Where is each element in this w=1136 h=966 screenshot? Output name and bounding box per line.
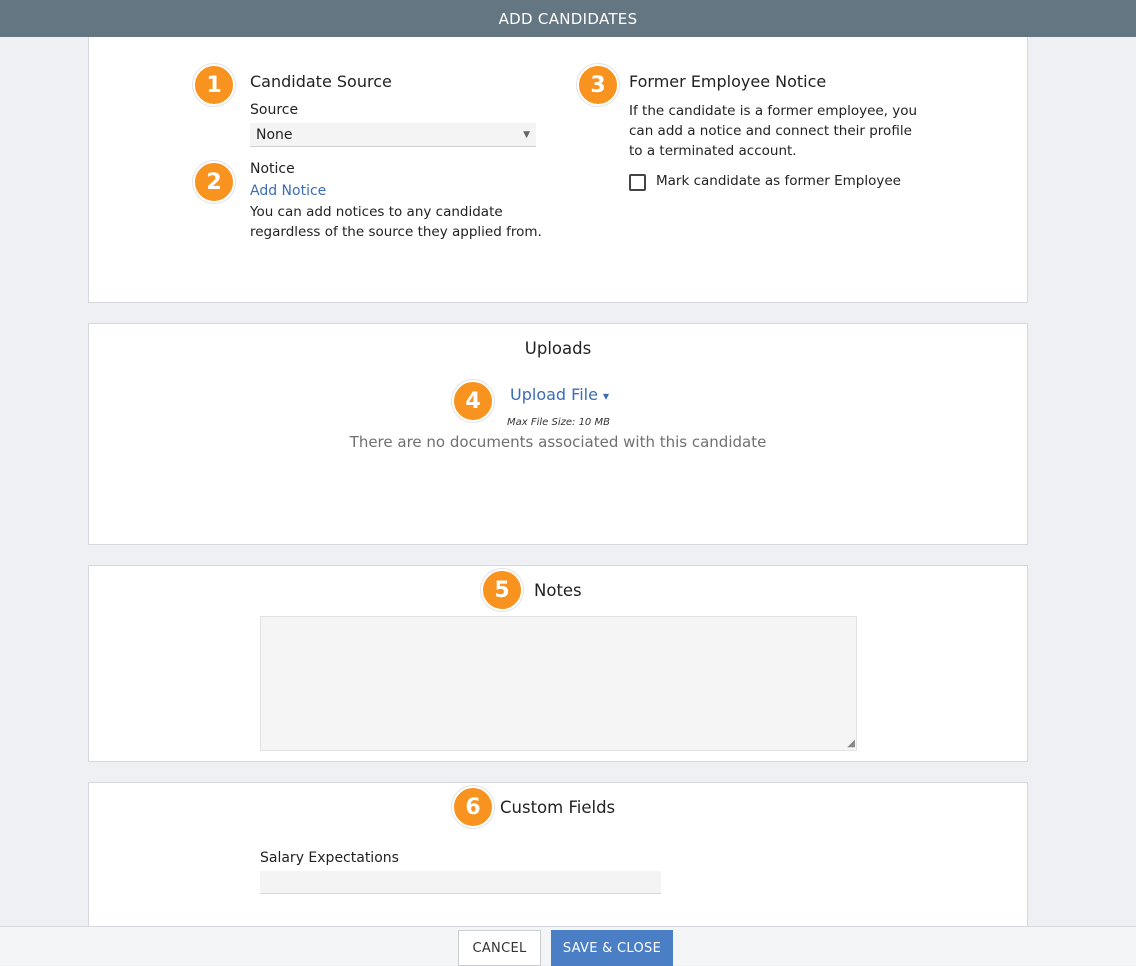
notice-help-line: regardless of the source they applied fr…	[250, 224, 542, 240]
source-select-value: None	[256, 127, 293, 143]
dialog-footer: CANCEL SAVE & CLOSE	[0, 926, 1136, 966]
notice-help-text: You can add notices to any candidate reg…	[250, 202, 542, 242]
former-employee-description: If the candidate is a former employee, y…	[629, 101, 917, 161]
step-badge-1: 1	[193, 64, 235, 106]
max-file-size: Max File Size: 10 MB	[507, 417, 610, 428]
former-employee-desc-line: If the candidate is a former employee, y…	[629, 103, 918, 119]
uploads-title: Uploads	[524, 339, 592, 358]
notes-panel: 5 Notes ◢	[88, 565, 1028, 762]
step-badge-5: 5	[481, 569, 523, 611]
cancel-button[interactable]: CANCEL	[458, 930, 541, 966]
save-and-close-button[interactable]: SAVE & CLOSE	[551, 930, 673, 966]
upload-file-button[interactable]: Upload File ▾	[510, 385, 609, 404]
source-label: Source	[250, 102, 299, 118]
former-employee-title: Former Employee Notice	[629, 72, 827, 91]
chevron-down-icon: ▼	[523, 130, 530, 140]
salary-expectations-label: Salary Expectations	[260, 850, 399, 866]
step-badge-3: 3	[577, 64, 619, 106]
former-employee-desc-line: to a terminated account.	[629, 143, 797, 159]
custom-fields-panel: 6 Custom Fields Salary Expectations	[88, 782, 1028, 932]
custom-fields-title: Custom Fields	[500, 798, 616, 817]
source-select[interactable]: None ▼	[250, 123, 536, 147]
caret-down-icon: ▾	[603, 389, 610, 403]
resize-handle-icon[interactable]: ◢	[847, 738, 855, 749]
no-documents-message: There are no documents associated with t…	[349, 433, 767, 451]
candidate-source-title: Candidate Source	[250, 72, 392, 91]
step-badge-6: 6	[452, 786, 494, 828]
notice-label: Notice	[250, 161, 295, 177]
notes-title: Notes	[534, 581, 582, 600]
former-employee-desc-line: can add a notice and connect their profi…	[629, 123, 912, 139]
notice-help-line: You can add notices to any candidate	[250, 204, 503, 220]
upload-file-label: Upload File	[510, 385, 598, 404]
dialog-title-bar: ADD CANDIDATES	[0, 0, 1136, 37]
former-employee-checkbox-label[interactable]: Mark candidate as former Employee	[656, 171, 901, 191]
former-employee-checkbox[interactable]	[629, 174, 646, 191]
source-notice-panel: 1 Candidate Source Source None ▼ 2 Notic…	[88, 37, 1028, 303]
add-notice-link[interactable]: Add Notice	[250, 183, 326, 199]
dialog-title: ADD CANDIDATES	[498, 9, 638, 28]
step-badge-4: 4	[452, 380, 494, 422]
uploads-panel: Uploads 4 Upload File ▾ Max File Size: 1…	[88, 323, 1028, 545]
notes-textarea[interactable]: ◢	[260, 616, 857, 751]
step-badge-2: 2	[193, 161, 235, 203]
salary-expectations-input[interactable]	[260, 871, 661, 894]
